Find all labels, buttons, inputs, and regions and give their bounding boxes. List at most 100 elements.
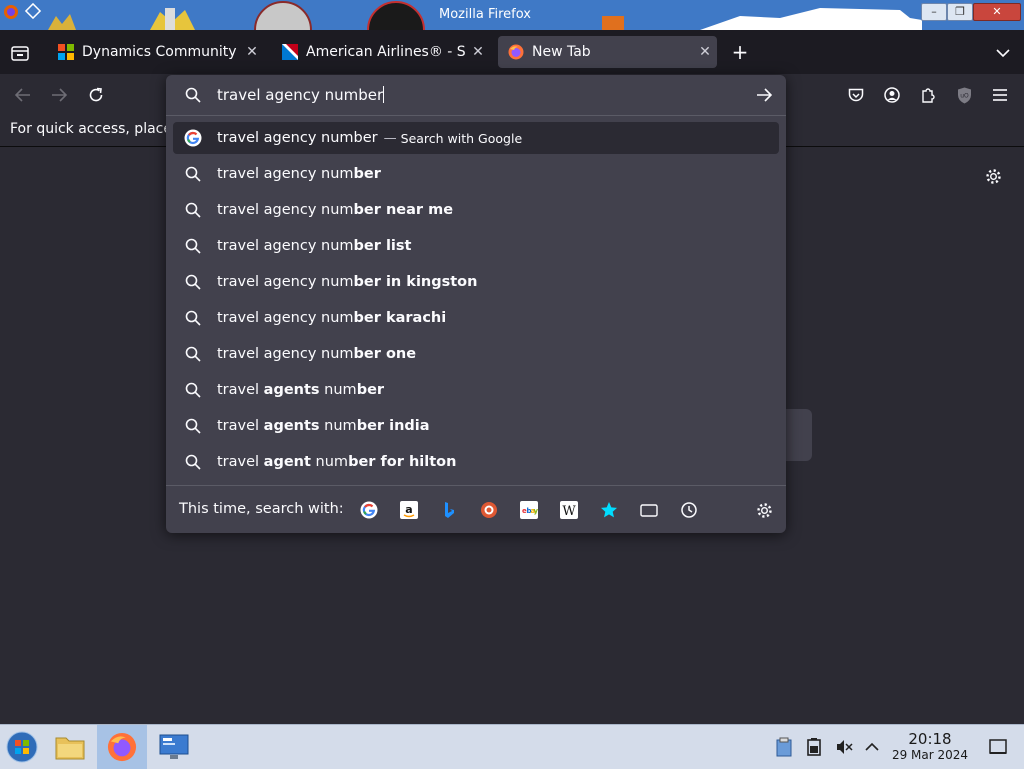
window-title-bar[interactable]: Mozilla Firefox – ❐ ✕ [0, 0, 1024, 30]
tab-strip: Dynamics Community Fo ✕ American Airline… [0, 30, 1024, 74]
suggestion-text: travel agency number [217, 166, 381, 182]
start-button[interactable] [0, 725, 44, 769]
extensions-button[interactable] [915, 82, 941, 108]
ublock-shield-icon: uO [957, 87, 971, 103]
suggestion-text-part: travel [217, 382, 264, 398]
reload-button[interactable] [83, 82, 109, 108]
suggestion-text-part: agents [263, 418, 320, 434]
suggestion-text: travel agents number [217, 382, 384, 398]
arrow-right-icon [52, 88, 67, 102]
suggestion-text: travel agency number in kingston [217, 274, 477, 290]
svg-text:y: y [534, 507, 539, 515]
system-clock[interactable]: 20:18 29 Mar 2024 [890, 731, 970, 763]
bookmarks-search-button[interactable] [599, 500, 619, 520]
search-icon [185, 274, 201, 290]
tab-close-icon[interactable]: ✕ [693, 44, 717, 60]
search-icon-wrap [183, 272, 203, 292]
tab-close-icon[interactable]: ✕ [466, 44, 490, 60]
google-icon-wrap [183, 128, 203, 148]
tabs-search-button[interactable] [639, 500, 659, 520]
show-desktop-button[interactable] [984, 725, 1012, 769]
go-button[interactable] [752, 83, 776, 107]
suggestion-typed-part: travel agency num [217, 346, 354, 362]
search-icon-wrap [183, 452, 203, 472]
search-icon-wrap [183, 308, 203, 328]
personalize-button[interactable] [980, 163, 1006, 189]
suggestion-row[interactable]: travel agency number — Search with Google [173, 122, 779, 154]
suggestion-text: travel agent number for hilton [217, 454, 456, 470]
new-tab-button[interactable]: + [728, 38, 752, 66]
list-all-tabs-button[interactable] [990, 40, 1016, 66]
suggestion-action-hint: Search with Google [400, 130, 523, 146]
ublock-origin-button[interactable]: uO [951, 82, 977, 108]
suggestion-text: travel agents number india [217, 418, 430, 434]
suggestion-row[interactable]: travel agency number list [173, 230, 779, 262]
back-button[interactable] [10, 82, 36, 108]
history-search-button[interactable] [679, 500, 699, 520]
suggestion-row[interactable]: travel agency number near me [173, 194, 779, 226]
volume-tray-icon-button[interactable] [832, 725, 856, 769]
suggestion-row[interactable]: travel agency number one [173, 338, 779, 370]
urlbar-panel: travel agency number travel agency numbe… [166, 75, 786, 533]
suggestion-completion-part: ber karachi [353, 310, 447, 326]
suggestion-row[interactable]: travel agents number [173, 374, 779, 406]
em-dash-separator: — [383, 130, 397, 146]
search-icon-wrap [183, 164, 203, 184]
firefox-logo-icon [107, 732, 137, 762]
pocket-icon [848, 88, 864, 101]
account-button[interactable] [879, 82, 905, 108]
firefox-taskbar-button[interactable] [97, 725, 147, 769]
wikipedia-icon: W [560, 501, 578, 519]
suggestion-text-part: num [319, 418, 357, 434]
suggestion-text-part: agents [263, 382, 320, 398]
search-settings-button[interactable] [754, 500, 774, 520]
suggestion-row[interactable]: travel agent number for hilton [173, 446, 779, 478]
tab-new-tab[interactable]: New Tab ✕ [498, 36, 717, 68]
show-hidden-icons-button[interactable] [860, 725, 884, 769]
minimize-button[interactable]: – [921, 3, 947, 21]
gear-icon [756, 502, 772, 518]
suggestion-row[interactable]: travel agency number karachi [173, 302, 779, 334]
search-icon [185, 238, 201, 254]
suggestion-row[interactable]: travel agents number india [173, 410, 779, 442]
engine-wikipedia-button[interactable]: W [559, 500, 579, 520]
forward-button[interactable] [46, 82, 72, 108]
svg-text:a: a [405, 503, 412, 516]
suggestion-text-part: travel [217, 418, 264, 434]
application-menu-button[interactable] [987, 82, 1013, 108]
firefox-view-button[interactable] [6, 40, 34, 66]
suggestion-completion-part: ber near me [353, 202, 454, 218]
suggestion-text-part: travel [217, 454, 264, 470]
taskbar: 20:18 29 Mar 2024 [0, 724, 1024, 769]
tab-american-airlines[interactable]: American Airlines® - Sea ✕ [272, 36, 490, 68]
suggestion-typed-part: travel agency num [217, 166, 354, 182]
battery-tray-icon-button[interactable] [802, 725, 826, 769]
clipboard-tray-icon-button[interactable] [772, 725, 796, 769]
microsoft-logo-icon [58, 44, 74, 60]
suggestion-completion-part: ber [353, 166, 381, 182]
suggestion-row[interactable]: travel agency number [173, 158, 779, 190]
maximize-button[interactable]: ❐ [947, 3, 973, 21]
engine-bing-button[interactable] [439, 500, 459, 520]
search-icon-wrap [183, 236, 203, 256]
pocket-button[interactable] [843, 82, 869, 108]
engine-duckduckgo-button[interactable] [479, 500, 499, 520]
hamburger-menu-icon [993, 89, 1007, 101]
urlbar-input[interactable]: travel agency number [166, 75, 786, 115]
engine-amazon-button[interactable]: a [399, 500, 419, 520]
tab-dynamics-community[interactable]: Dynamics Community Fo ✕ [48, 36, 264, 68]
engine-google-button[interactable] [359, 500, 379, 520]
suggestion-text-part: agent [263, 454, 311, 470]
file-manager-taskbar-button[interactable] [48, 725, 92, 769]
bing-icon [445, 502, 454, 518]
remote-desktop-taskbar-button[interactable] [152, 725, 196, 769]
close-window-button[interactable]: ✕ [973, 3, 1021, 21]
search-icon [185, 202, 201, 218]
suggestion-row[interactable]: travel agency number in kingston [173, 266, 779, 298]
google-icon [360, 501, 378, 519]
suggestion-text-part: ber for hilton [348, 454, 457, 470]
engine-ebay-button[interactable]: ebay [519, 500, 539, 520]
search-icon [185, 382, 201, 398]
reload-icon [89, 87, 103, 102]
tab-close-icon[interactable]: ✕ [240, 44, 264, 60]
